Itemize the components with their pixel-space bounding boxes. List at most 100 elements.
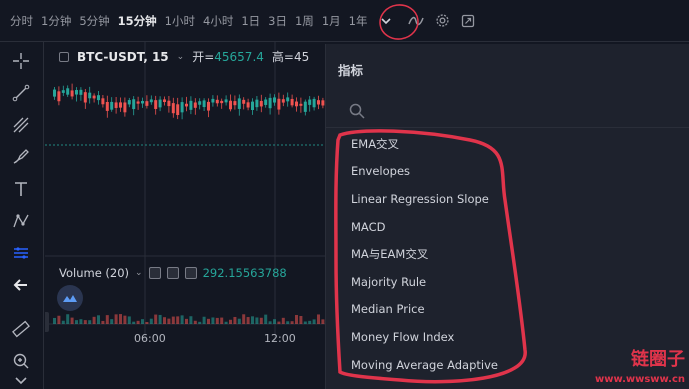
chevron-down-icon[interactable]: ⌄ [135,268,143,278]
volume-bar [308,320,312,324]
candle-body [97,95,100,101]
candle-body [281,99,285,103]
crosshair-icon[interactable] [8,48,34,74]
candle-body [246,102,250,108]
candle-body [268,97,272,109]
timeframe-5m[interactable]: 5分钟 [75,13,113,29]
candle-body [79,89,83,95]
symbol-label[interactable]: BTC-USDT, 15 [77,50,169,64]
candle-body [312,98,316,108]
settings-icon[interactable] [166,267,179,279]
candle-body [180,102,184,113]
arrow-left-icon[interactable] [8,272,34,298]
volume-bar [255,317,259,324]
volume-label[interactable]: Volume (20) [59,266,129,280]
watermark-text: 链圈子 [631,349,685,370]
candle-body [176,104,180,116]
eye-icon[interactable] [148,267,161,279]
volume-bar [123,315,127,324]
close-icon[interactable] [184,267,197,279]
text-icon[interactable] [8,176,34,202]
volume-bar [167,318,171,324]
volume-bar [277,321,281,324]
indicator-panel: 指标 EMA交叉 Envelopes Linear Regression Slo… [325,44,689,389]
candle-body [92,95,96,99]
chevron-down-icon[interactable] [375,10,397,32]
volume-bar [189,316,193,324]
fullscreen-icon[interactable] [457,10,479,32]
candle-body [145,101,149,106]
volume-bar [259,317,263,324]
timeframe-1h[interactable]: 1小时 [161,13,199,29]
candle-body [132,99,136,110]
brush-icon[interactable] [8,144,34,170]
candle-body [224,99,228,103]
candle-body [189,100,193,110]
indicator-item[interactable]: MA与EAM交叉 [326,240,689,268]
candle-body [149,99,153,103]
candle-body [154,100,158,109]
indicator-item[interactable]: EMA交叉 [326,130,689,158]
volume-bar [286,321,290,324]
candle-body [163,99,166,103]
candle-body [229,100,232,110]
volume-bar [61,320,65,324]
volume-bar [136,320,140,324]
trend-line-icon[interactable] [8,80,34,106]
timeframe-1d[interactable]: 1日 [237,13,264,29]
candle-body [158,99,162,108]
volume-bar [273,319,276,324]
volume-bar [215,317,219,324]
measure-icon[interactable] [8,240,34,266]
candle-body [242,99,246,104]
candle-body [88,92,92,99]
chevron-down-icon[interactable] [8,368,34,389]
volume-bar [158,314,162,324]
chevron-down-icon[interactable]: ⌄ [177,52,185,62]
volume-bar [83,320,87,324]
candle-body [198,101,202,105]
pattern-icon[interactable] [8,208,34,234]
gear-icon[interactable] [431,10,453,32]
timeframe-1m[interactable]: 1分钟 [37,13,75,29]
volume-bar [211,317,215,324]
timeframe-3d[interactable]: 3日 [264,13,291,29]
volume-bar [163,317,166,324]
volume-bar [145,321,149,324]
volume-bar [229,319,232,324]
x-tick-label: 06:00 [134,332,166,345]
ruler-icon[interactable] [8,316,34,342]
price-chart[interactable]: BTC-USDT, 15 ⌄ 开=45657.4 高=45 Volume (20… [45,42,325,389]
volume-bar [141,319,144,324]
collapse-handle[interactable]: ‹ [45,312,49,332]
candle-body [167,100,171,107]
timeframe-1y[interactable]: 1年 [345,13,372,29]
timeframe-1mo[interactable]: 1月 [318,13,345,29]
timeframe-15m[interactable]: 15分钟 [114,13,161,29]
volume-bar [303,321,307,324]
indicator-item[interactable]: Median Price [326,296,689,324]
volume-bar [242,314,246,324]
indicator-item[interactable]: Envelopes [326,158,689,186]
indicator-item[interactable]: Majority Rule [326,268,689,296]
high-label: 高=45 [271,50,310,64]
candle-body [317,100,320,105]
volume-bar [290,321,294,324]
candle-body [321,100,325,106]
indicator-wave-icon[interactable] [405,10,427,32]
watermark-url: www.wwsww.cn [595,374,685,385]
volume-bar [246,317,250,324]
candle-body [202,100,206,108]
timeframe-4h[interactable]: 4小时 [199,13,237,29]
timeframe-fenshi[interactable]: 分时 [6,13,37,29]
volume-bar [79,319,83,324]
indicator-item[interactable]: MACD [326,213,689,241]
fib-icon[interactable] [8,112,34,138]
candle-body [237,98,241,109]
indicator-item[interactable]: Linear Regression Slope [326,185,689,213]
indicator-search-input[interactable] [326,94,689,128]
candle-body [233,101,237,106]
candle-body [171,103,175,114]
timeframe-1w[interactable]: 1周 [291,13,318,29]
legend-menu-icon[interactable] [59,51,69,62]
